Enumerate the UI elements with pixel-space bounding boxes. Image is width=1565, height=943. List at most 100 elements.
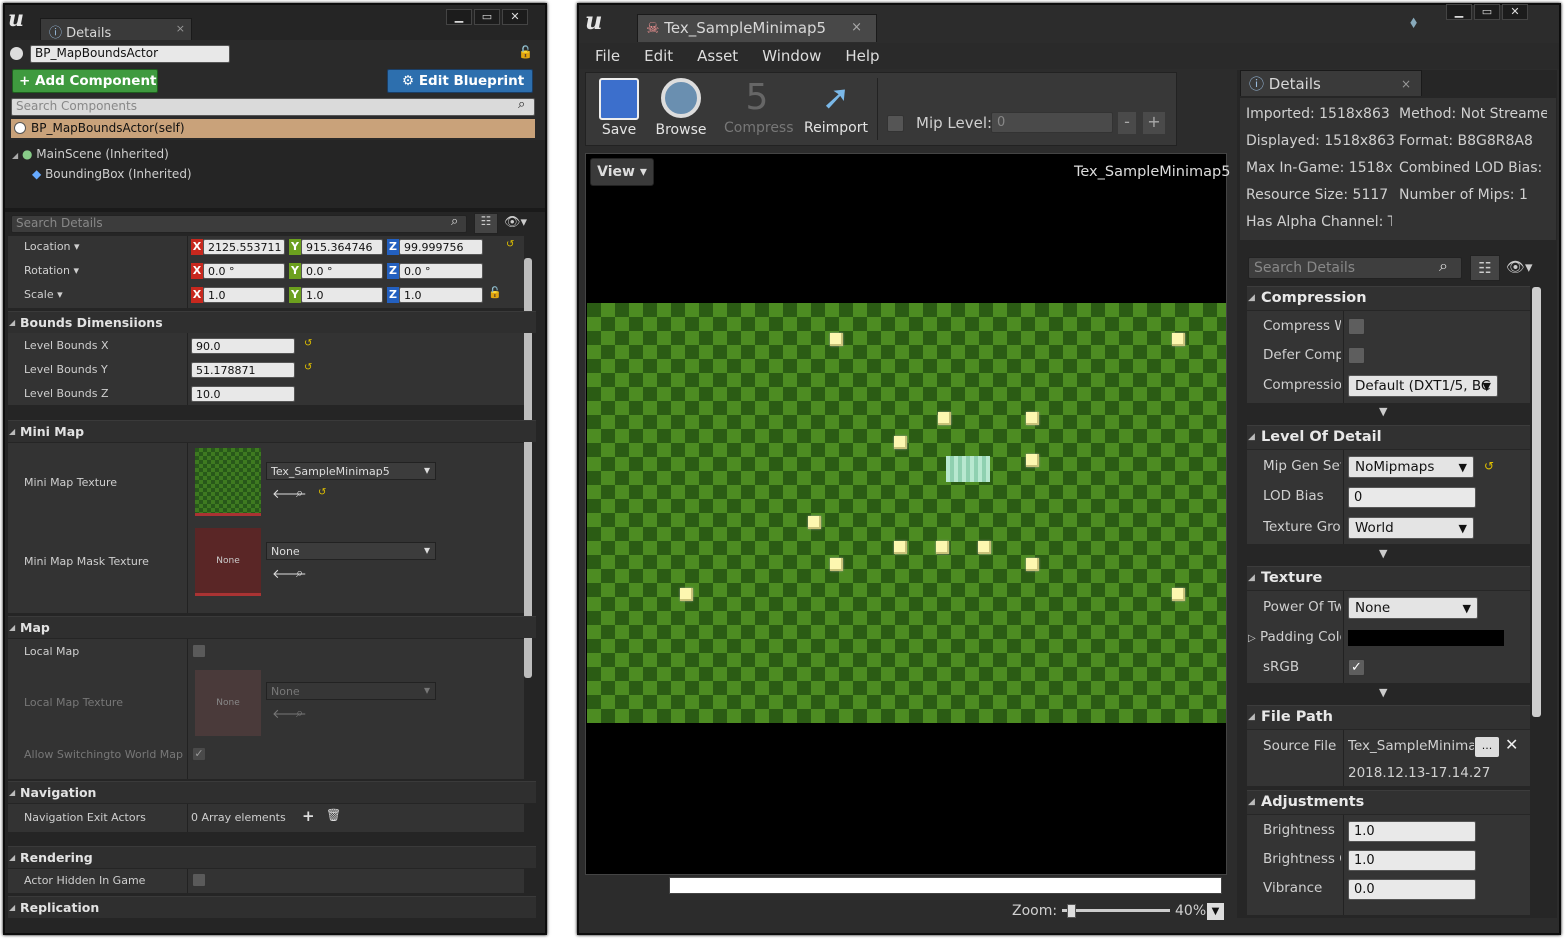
trash-icon[interactable]: 🗑 [326,808,341,822]
level-bounds-z-field[interactable]: 10.0 [191,386,295,402]
navigation-category[interactable]: Navigation [8,781,536,803]
reset-arrow-icon[interactable]: ↺ [318,487,326,498]
search-details-input[interactable]: Search Details [11,215,467,233]
view-options-button[interactable]: View ▾ [590,158,654,186]
close-icon[interactable]: × [176,22,185,35]
defer-checkbox[interactable] [1348,347,1365,364]
horizontal-scrollbar[interactable] [669,877,1222,894]
texture-category[interactable]: Texture [1247,566,1530,590]
close-window-icon[interactable]: ✕ [502,9,528,25]
menu-help[interactable]: Help [845,43,879,69]
tab-details[interactable]: ⓘ Details × [40,18,192,41]
edit-blueprint-button[interactable]: ⚙ Edit Blueprint ▾ [387,69,533,111]
map-category[interactable]: Map [8,616,536,638]
rotation-label[interactable]: Rotation ▾ [24,264,79,277]
bounds-category[interactable]: Bounds Dimensiions [8,311,536,333]
power-of-two-dropdown[interactable]: None [1348,597,1478,619]
maximize-icon[interactable]: ▭ [474,9,500,25]
menu-asset[interactable]: Asset [697,43,738,69]
browse-search-icon[interactable]: ⌕ [296,486,303,501]
property-matrix-icon[interactable]: ☷ [474,213,498,234]
location-label[interactable]: Location ▾ [24,240,80,253]
search-components-input[interactable]: Search Components [11,98,535,116]
minimap-texture-thumbnail[interactable] [195,448,261,516]
scale-label[interactable]: Scale ▾ [24,288,63,301]
visibility-eye-icon[interactable]: 👁▾ [1506,258,1533,276]
menu-edit[interactable]: Edit [644,43,673,69]
actor-name-field[interactable]: BP_MapBoundsActor [30,45,230,63]
zoom-slider[interactable] [1062,904,1170,918]
location-y-field[interactable]: 915.364746 [301,239,383,255]
close-window-icon[interactable]: ✕ [1502,4,1528,20]
level-bounds-y-field[interactable]: 51.178871 [191,362,295,378]
scale-y-field[interactable]: 1.0 [301,287,383,303]
minimap-mask-dropdown[interactable]: None [266,542,436,560]
lod-bias-field[interactable]: 0 [1348,487,1476,508]
details-scrollbar[interactable] [1532,287,1541,717]
reset-arrow-icon[interactable]: ↺ [304,362,312,373]
brightness-field[interactable]: 1.0 [1348,821,1476,842]
scale-lock-icon[interactable]: 🔓 [488,286,502,299]
rotation-y-field[interactable]: 0.0 ° [301,263,383,279]
rendering-category[interactable]: Rendering [8,846,536,868]
tree-item-mainscene[interactable]: ◢ ● MainScene (Inherited) [12,147,169,161]
rotation-x-field[interactable]: 0.0 ° [203,263,285,279]
compression-settings-dropdown[interactable]: Default (DXT1/5, BC [1348,375,1498,397]
filepath-category[interactable]: File Path [1247,705,1530,729]
add-element-icon[interactable]: + [302,807,315,825]
location-x-field[interactable]: 2125.553711 [203,239,285,255]
minimize-icon[interactable]: ▁ [1446,4,1472,20]
actor-hidden-checkbox[interactable] [192,873,206,887]
minimap-mask-thumbnail[interactable]: None [195,528,261,596]
visibility-eye-icon[interactable]: 👁▾ [504,215,527,230]
tab-texture[interactable]: ☠ Tex_SampleMinimap5 × [637,14,877,42]
save-button[interactable]: Save [586,74,652,138]
close-icon[interactable]: × [1401,74,1411,94]
menu-file[interactable]: File [595,43,620,69]
compress-wi-checkbox[interactable] [1348,318,1365,335]
expand-advanced-icon[interactable]: ▼ [1379,686,1387,699]
rotation-z-field[interactable]: 0.0 ° [399,263,483,279]
search-details-input[interactable]: Search Details [1248,257,1462,279]
scale-x-field[interactable]: 1.0 [203,287,285,303]
mip-level-checkbox[interactable] [887,115,904,132]
srgb-checkbox[interactable]: ✓ [1348,659,1365,676]
tree-item-self[interactable]: BP_MapBoundsActor(self) [11,119,535,138]
lock-icon[interactable]: 🔓 [518,45,533,59]
padding-color-swatch[interactable] [1348,630,1504,646]
clear-file-icon[interactable]: ✕ [1505,735,1518,754]
browse-button[interactable]: Browse [648,74,714,138]
adjustments-category[interactable]: Adjustments [1247,790,1530,814]
minimize-icon[interactable]: ▁ [446,9,472,25]
replication-category[interactable]: Replication [8,896,536,918]
reset-arrow-icon[interactable]: ↺ [506,239,514,250]
source-control-icon[interactable]: ⬧ [1410,12,1417,32]
tab-details[interactable]: ⓘ Details × [1240,70,1422,96]
reset-arrow-icon[interactable]: ↺ [1484,459,1494,473]
vibrance-field[interactable]: 0.0 [1348,879,1476,900]
zoom-dropdown-icon[interactable]: ▼ [1207,903,1224,920]
browse-search-icon[interactable]: ⌕ [296,566,303,581]
minimap-texture-dropdown[interactable]: Tex_SampleMinimap5 [266,462,436,480]
mipgen-dropdown[interactable]: NoMipmaps [1348,456,1474,478]
scale-z-field[interactable]: 1.0 [399,287,483,303]
local-map-checkbox[interactable] [192,644,206,658]
level-bounds-x-field[interactable]: 90.0 [191,338,295,354]
padding-color-label[interactable]: ▷ Padding Colc [1248,629,1341,645]
compression-category[interactable]: Compression [1247,286,1530,310]
brightness-curve-field[interactable]: 1.0 [1348,850,1476,871]
expand-advanced-icon[interactable]: ▼ [1379,405,1387,418]
browse-file-button[interactable]: ... [1475,737,1499,757]
property-matrix-icon[interactable]: ☷ [1470,255,1500,281]
location-z-field[interactable]: 99.999756 [399,239,483,255]
lod-category[interactable]: Level Of Detail [1247,425,1530,449]
texture-group-dropdown[interactable]: World [1348,517,1474,539]
maximize-icon[interactable]: ▭ [1474,4,1500,20]
add-component-button[interactable]: + Add Component ▾ [12,69,158,111]
minimap-category[interactable]: Mini Map [8,420,536,442]
tree-item-boundingbox[interactable]: ◆ BoundingBox (Inherited) [32,167,192,181]
close-icon[interactable]: × [851,18,862,38]
reimport-button[interactable]: ➚ Reimport [803,74,869,136]
reset-arrow-icon[interactable]: ↺ [304,338,312,349]
menu-window[interactable]: Window [762,43,821,69]
